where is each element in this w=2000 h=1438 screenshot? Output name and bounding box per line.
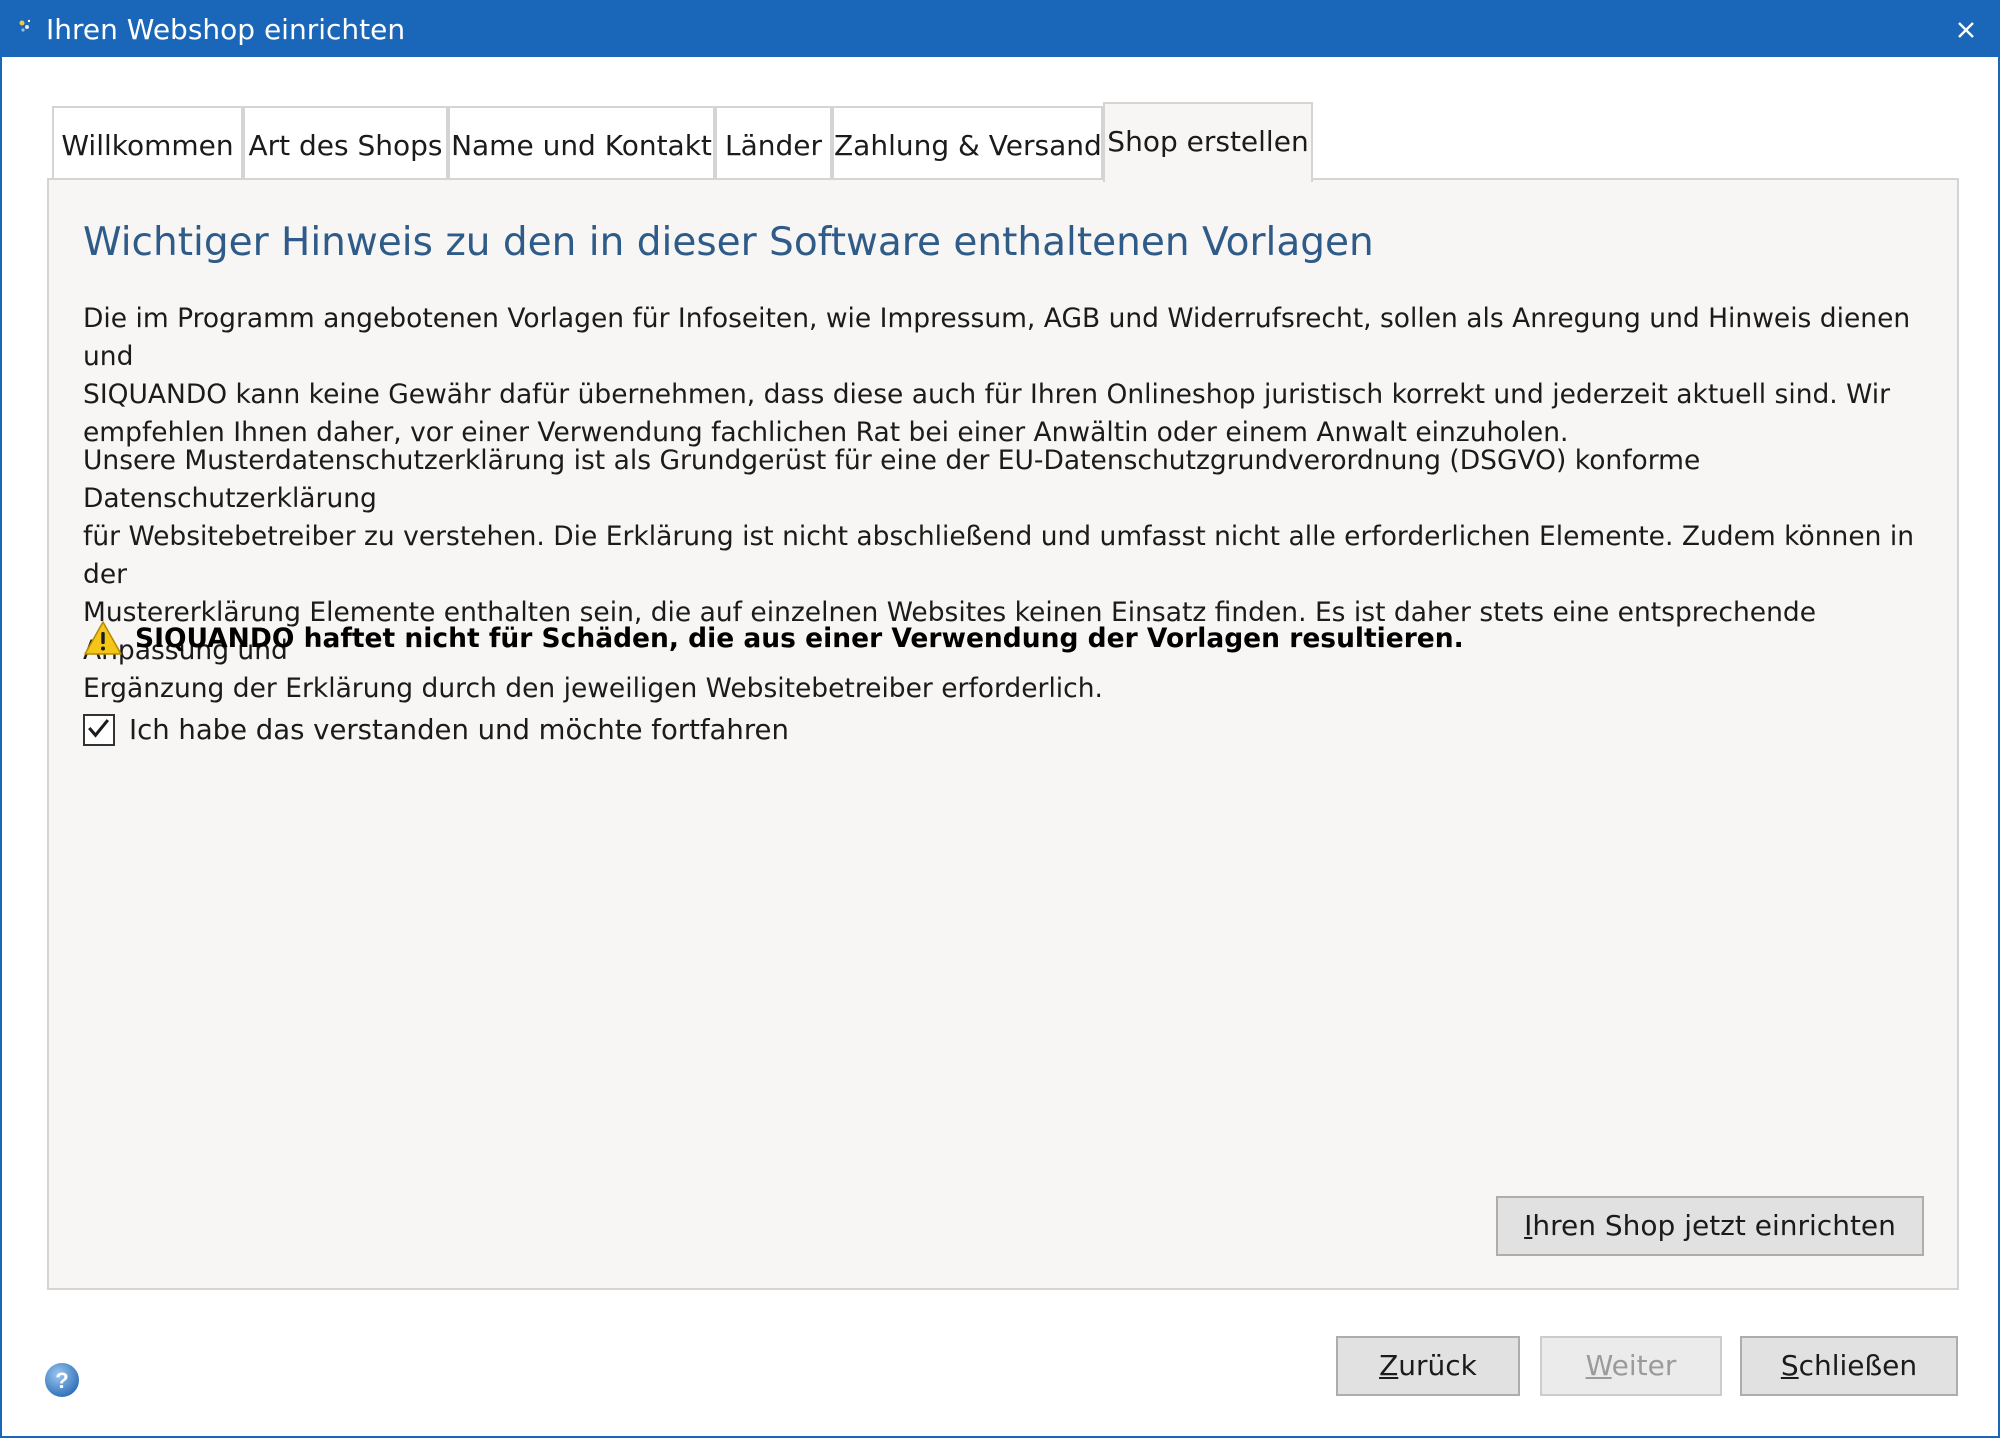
- warning-icon: [84, 621, 122, 655]
- liability-warning: SIQUANDO haftet nicht für Schäden, die a…: [83, 618, 1464, 658]
- close-icon[interactable]: [1946, 10, 1986, 50]
- acknowledge-checkbox-row[interactable]: Ich habe das verstanden und möchte fortf…: [83, 710, 789, 750]
- tab-zahlung-versand[interactable]: Zahlung & Versand: [832, 106, 1103, 180]
- title-bar[interactable]: Ihren Webshop einrichten: [2, 2, 1998, 57]
- close-button[interactable]: Schließen: [1740, 1336, 1958, 1396]
- acknowledge-checkbox[interactable]: [83, 714, 115, 746]
- help-icon[interactable]: ?: [42, 1360, 82, 1400]
- tab-name-und-kontakt[interactable]: Name und Kontakt: [448, 106, 715, 180]
- warning-text: SIQUANDO haftet nicht für Schäden, die a…: [135, 622, 1464, 654]
- page-heading: Wichtiger Hinweis zu den in dieser Softw…: [83, 220, 1374, 265]
- tab-shop-erstellen[interactable]: Shop erstellen: [1103, 102, 1313, 182]
- checkmark-icon: [88, 719, 110, 738]
- setup-shop-button[interactable]: Ihren Shop jetzt einrichten: [1496, 1196, 1924, 1256]
- tab-willkommen[interactable]: Willkommen: [52, 106, 243, 180]
- tab-art-des-shops[interactable]: Art des Shops: [243, 106, 448, 180]
- app-icon: [19, 19, 31, 32]
- setup-dialog: Ihren Webshop einrichten Willkommen Art …: [0, 0, 2000, 1438]
- privacy-notice-paragraph: Unsere Musterdatenschutzerklärung ist al…: [83, 445, 1915, 704]
- templates-notice-paragraph: Die im Programm angebotenen Vorlagen für…: [83, 303, 1911, 448]
- back-button[interactable]: Zurück: [1336, 1336, 1520, 1396]
- acknowledge-label[interactable]: Ich habe das verstanden und möchte fortf…: [129, 714, 789, 746]
- tab-laender[interactable]: Länder: [715, 106, 832, 180]
- next-button[interactable]: Weiter: [1540, 1336, 1722, 1396]
- window-title: Ihren Webshop einrichten: [46, 13, 406, 46]
- tab-content-panel: Wichtiger Hinweis zu den in dieser Softw…: [47, 178, 1959, 1290]
- svg-text:?: ?: [55, 1368, 68, 1393]
